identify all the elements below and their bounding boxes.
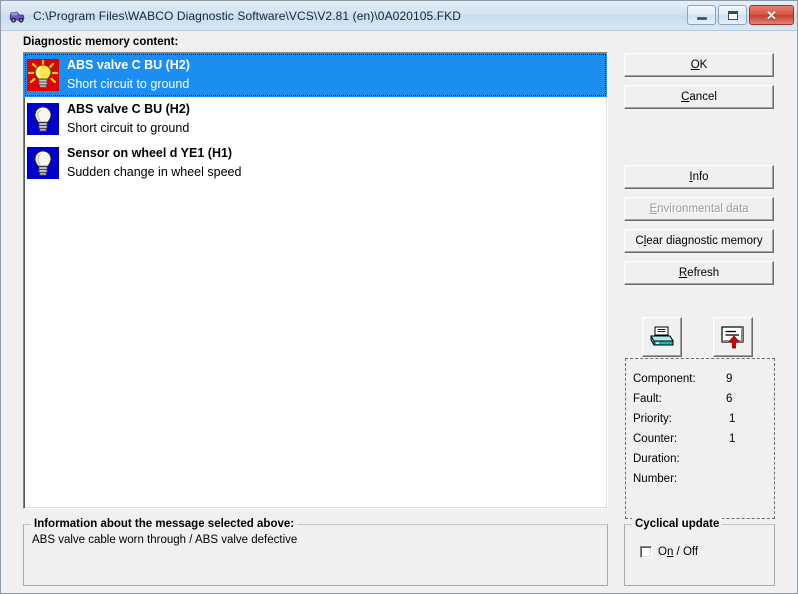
cyclical-update-legend: Cyclical update — [632, 518, 723, 530]
list-item-subtitle: Sudden change in wheel speed — [67, 165, 242, 179]
message-information-group: Information about the message selected a… — [23, 518, 608, 586]
diagnostic-memory-window: C:\Program Files\WABCO Diagnostic Softwa… — [0, 0, 798, 594]
message-information-legend: Information about the message selected a… — [31, 518, 298, 530]
clear-memory-button-label: Clear diagnostic memory — [635, 235, 762, 247]
refresh-button[interactable]: Refresh — [624, 261, 774, 285]
list-item-subtitle: Short circuit to ground — [67, 121, 190, 135]
environmental-label-rest: nvironmental data — [657, 203, 749, 215]
info-label-rest: nfo — [692, 171, 709, 183]
detail-label-counter: Counter: — [633, 433, 678, 445]
diagnostic-memory-list[interactable]: ABS valve C BU (H2) Short circuit to gro… — [23, 52, 608, 509]
ok-label-rest: K — [699, 59, 708, 71]
lamp-inactive-icon — [27, 147, 59, 179]
detail-value-counter: 1 — [729, 433, 736, 445]
close-icon: ✕ — [766, 7, 777, 23]
info-button-label: Info — [689, 171, 708, 183]
accel-char: O — [690, 59, 700, 71]
client-area: Diagnostic memory content: ABS valve C B… — [1, 31, 797, 593]
list-item-title: ABS valve C BU (H2) — [67, 102, 190, 116]
cancel-label-rest: ancel — [689, 91, 717, 103]
list-item[interactable]: ABS valve C BU (H2) Short circuit to gro… — [24, 97, 607, 141]
title-bar: C:\Program Files\WABCO Diagnostic Softwa… — [1, 1, 797, 31]
list-item-title: Sensor on wheel d YE1 (H1) — [67, 146, 233, 160]
detail-label-duration: Duration: — [633, 453, 680, 465]
detail-label-fault: Fault: — [633, 393, 662, 405]
environmental-data-button-label: Environmental data — [649, 203, 748, 215]
lamp-active-icon — [27, 59, 59, 91]
list-item[interactable]: ABS valve C BU (H2) Short circuit to gro… — [24, 53, 607, 97]
detail-value-component: 9 — [726, 373, 733, 385]
checkbox-label-pre: O — [658, 546, 667, 558]
detail-value-priority: 1 — [729, 413, 736, 425]
save-export-icon — [721, 326, 744, 349]
message-information-text: ABS valve cable worn through / ABS valve… — [32, 534, 298, 546]
cyclical-update-checkbox[interactable]: On / Off — [640, 546, 698, 558]
cyclical-update-checkbox-label: On / Off — [658, 546, 698, 558]
checkbox-box-icon[interactable] — [640, 546, 652, 558]
detail-value-fault: 6 — [726, 393, 733, 405]
list-item-title: ABS valve C BU (H2) — [67, 58, 190, 72]
minimize-icon — [696, 16, 707, 20]
maximize-button[interactable] — [718, 5, 747, 25]
detail-label-component: Component: — [633, 373, 696, 385]
detail-label-number: Number: — [633, 473, 678, 485]
printer-icon — [650, 326, 674, 346]
export-button[interactable] — [713, 317, 753, 357]
list-item-texts: Sensor on wheel d YE1 (H1) Sudden change… — [67, 142, 241, 182]
info-button[interactable]: Info — [624, 165, 774, 189]
detail-label-priority: Priority: — [633, 413, 672, 425]
cancel-button-label: Cancel — [681, 91, 717, 103]
clear-label-rest: ear diagnostic memory — [646, 235, 763, 247]
minimize-button[interactable] — [687, 5, 716, 25]
lamp-inactive-icon — [27, 103, 59, 135]
environmental-data-button: Environmental data — [624, 197, 774, 221]
list-item-subtitle: Short circuit to ground — [67, 77, 190, 91]
diagnostic-memory-label: Diagnostic memory content: — [23, 36, 179, 48]
cyclical-update-group: Cyclical update On / Off — [624, 518, 775, 586]
window-title: C:\Program Files\WABCO Diagnostic Softwa… — [33, 8, 462, 23]
print-button[interactable] — [642, 317, 682, 357]
close-button[interactable]: ✕ — [749, 5, 794, 25]
window-controls: ✕ — [687, 5, 794, 25]
truck-icon — [8, 7, 26, 25]
maximize-icon — [727, 10, 738, 20]
list-item-texts: ABS valve C BU (H2) Short circuit to gro… — [67, 98, 190, 138]
accel-char: E — [649, 203, 658, 215]
ok-button-label: OK — [691, 59, 708, 71]
list-item[interactable]: Sensor on wheel d YE1 (H1) Sudden change… — [24, 141, 607, 185]
accel-char: R — [678, 267, 688, 279]
clear-diagnostic-memory-button[interactable]: Clear diagnostic memory — [624, 229, 774, 253]
clear-label-pre: C — [635, 235, 644, 247]
list-item-texts: ABS valve C BU (H2) Short circuit to gro… — [67, 54, 190, 94]
cancel-button[interactable]: Cancel — [624, 85, 774, 109]
refresh-label-rest: efresh — [687, 267, 720, 279]
refresh-button-label: Refresh — [679, 267, 719, 279]
checkbox-label-rest: / Off — [673, 546, 699, 558]
ok-button[interactable]: OK — [624, 53, 774, 77]
